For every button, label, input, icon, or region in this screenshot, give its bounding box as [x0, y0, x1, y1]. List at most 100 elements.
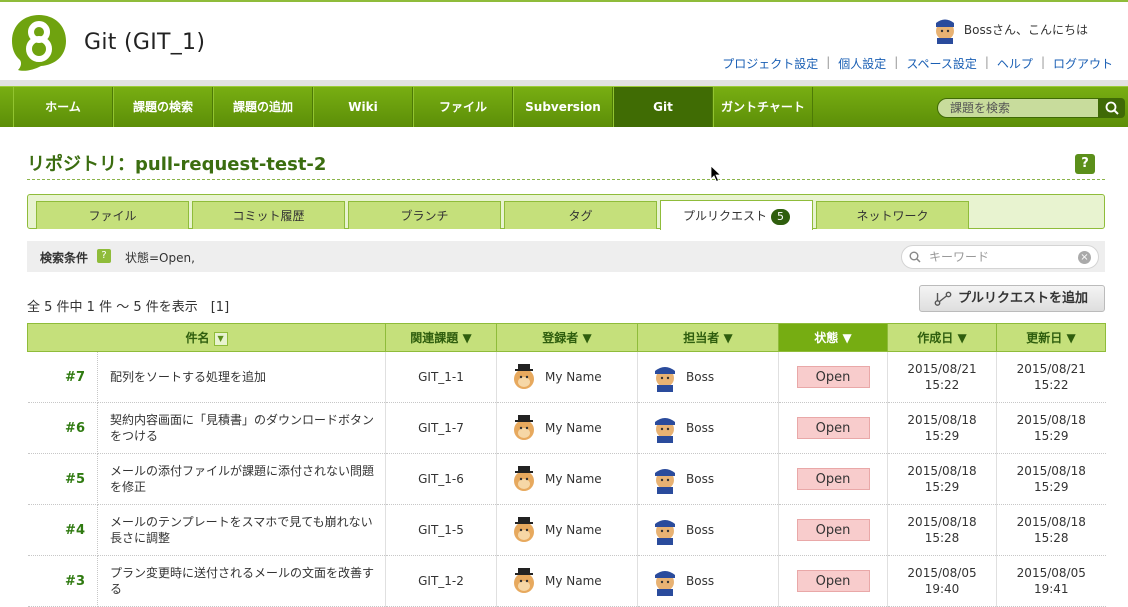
issue-search-button[interactable] — [1099, 98, 1125, 118]
nav-wiki[interactable]: Wiki — [313, 87, 413, 127]
table-row[interactable]: #5 メールの添付ファイルが課題に添付されない問題を修正 GIT_1-6 My Nam… — [27, 453, 1106, 505]
sort-arrow-icon: ▼ — [957, 331, 967, 345]
tab-commit-history[interactable]: コミット履歴 — [192, 201, 345, 229]
created-cell: 2015/08/18 15:29 — [887, 402, 997, 454]
table-row[interactable]: #4 メールのテンプレートをスマホで見ても崩れない長さに調整 GIT_1-5 My N… — [27, 504, 1106, 556]
pr-number[interactable]: #3 — [27, 555, 98, 607]
keyword-search-input[interactable]: キーワード × — [901, 245, 1099, 269]
col-label: 作成日 — [917, 331, 954, 345]
pr-subject[interactable]: プラン変更時に送付されるメールの文面を改善する — [97, 555, 386, 607]
author-avatar-icon — [514, 517, 535, 542]
sort-arrow-icon: ▼ — [582, 331, 592, 345]
assignee-cell: Boss — [637, 402, 779, 454]
pr-number[interactable]: #6 — [27, 402, 98, 454]
status-badge: Open — [796, 468, 870, 490]
created-date: 2015/08/18 — [907, 413, 977, 427]
related-issue[interactable]: GIT_1-7 — [385, 402, 497, 454]
tab-pull-requests[interactable]: プルリクエスト 5 — [660, 200, 813, 230]
pr-subject[interactable]: 配列をソートする処理を追加 — [97, 351, 386, 403]
created-time: 15:22 — [924, 378, 960, 392]
tab-files[interactable]: ファイル — [36, 201, 189, 229]
created-date: 2015/08/18 — [907, 515, 977, 529]
author-cell: My Name — [496, 402, 638, 454]
nav-gantt[interactable]: ガントチャート — [713, 87, 813, 127]
col-subject[interactable]: 件名 ▼ — [26, 323, 387, 352]
tab-label: タグ — [568, 209, 593, 223]
user-greeting: Bossさん、こんにちは — [930, 14, 1088, 44]
sort-menu-icon[interactable]: ▼ — [213, 331, 228, 346]
col-label: 件名 — [185, 331, 210, 345]
updated-time: 15:29 — [1033, 429, 1069, 443]
author-name: My Name — [545, 523, 602, 537]
mouse-cursor-icon — [710, 165, 722, 183]
help-link[interactable]: ヘルプ — [997, 55, 1033, 72]
updated-time: 15:29 — [1033, 480, 1069, 494]
issue-search-input[interactable]: 課題を検索 — [937, 98, 1099, 118]
table-header-row: 件名 ▼ 関連課題 ▼ 登録者 ▼ 担当者 ▼ 状態 ▼ 作成日 ▼ 更新日 ▼ — [26, 323, 1107, 352]
related-issue[interactable]: GIT_1-6 — [385, 453, 497, 505]
pr-subject[interactable]: 契約内容画面に「見積書」のダウンロードボタンをつける — [97, 402, 386, 454]
created-date: 2015/08/05 — [907, 566, 977, 580]
nav-git[interactable]: Git — [613, 87, 713, 127]
separator: | — [826, 55, 831, 69]
logout-link[interactable]: ログアウト — [1053, 55, 1113, 72]
col-author[interactable]: 登録者 ▼ — [496, 323, 639, 352]
col-related-issue[interactable]: 関連課題 ▼ — [385, 323, 498, 352]
filter-help-icon[interactable]: ? — [97, 249, 111, 263]
created-cell: 2015/08/18 15:28 — [887, 504, 997, 556]
updated-cell: 2015/08/18 15:29 — [996, 402, 1106, 454]
nav-files[interactable]: ファイル — [413, 87, 513, 127]
separator: | — [1040, 55, 1045, 69]
col-label: 状態 — [814, 331, 839, 345]
tab-network[interactable]: ネットワーク — [816, 201, 969, 229]
project-settings-link[interactable]: プロジェクト設定 — [722, 55, 818, 72]
assignee-name: Boss — [686, 370, 715, 384]
updated-time: 15:22 — [1033, 378, 1069, 392]
sort-arrow-icon: ▼ — [462, 331, 472, 345]
pr-number[interactable]: #5 — [27, 453, 98, 505]
clear-icon[interactable]: × — [1078, 251, 1091, 264]
help-button[interactable]: ? — [1075, 154, 1095, 174]
page-title: リポジトリ：pull-request-test-2 — [27, 154, 327, 175]
nav-subversion[interactable]: Subversion — [513, 87, 613, 127]
backlog-logo-icon[interactable] — [8, 12, 70, 72]
nav-home[interactable]: ホーム — [13, 87, 113, 127]
author-cell: My Name — [496, 453, 638, 505]
status-cell: Open — [778, 351, 888, 403]
user-avatar-icon[interactable] — [930, 14, 960, 44]
pr-number[interactable]: #4 — [27, 504, 98, 556]
personal-settings-link[interactable]: 個人設定 — [838, 55, 886, 72]
nav-add-issue[interactable]: 課題の追加 — [213, 87, 313, 127]
author-name: My Name — [545, 421, 602, 435]
author-avatar-icon — [514, 364, 535, 389]
related-issue[interactable]: GIT_1-1 — [385, 351, 497, 403]
updated-cell: 2015/08/18 15:29 — [996, 453, 1106, 505]
related-issue[interactable]: GIT_1-5 — [385, 504, 497, 556]
space-settings-link[interactable]: スペース設定 — [906, 55, 977, 72]
tab-label: コミット履歴 — [232, 209, 305, 223]
pr-subject[interactable]: メールの添付ファイルが課題に添付されない問題を修正 — [97, 453, 386, 505]
col-created[interactable]: 作成日 ▼ — [887, 323, 998, 352]
pr-subject[interactable]: メールのテンプレートをスマホで見ても崩れない長さに調整 — [97, 504, 386, 556]
col-status[interactable]: 状態 ▼ — [778, 323, 889, 352]
tab-branches[interactable]: ブランチ — [348, 201, 501, 229]
table-row[interactable]: #6 契約内容画面に「見積書」のダウンロードボタンをつける GIT_1-7 My Na… — [27, 402, 1106, 454]
author-cell: My Name — [496, 351, 638, 403]
tab-tags[interactable]: タグ — [504, 201, 657, 229]
col-updated[interactable]: 更新日 ▼ — [996, 323, 1107, 352]
status-badge: Open — [796, 417, 870, 439]
pull-request-count-badge: 5 — [771, 208, 790, 225]
table-row[interactable]: #3 プラン変更時に送付されるメールの文面を改善する GIT_1-2 My Name B… — [27, 555, 1106, 607]
title-divider — [27, 179, 1105, 180]
related-issue[interactable]: GIT_1-2 — [385, 555, 497, 607]
assignee-name: Boss — [686, 523, 715, 537]
assignee-cell: Boss — [637, 453, 779, 505]
col-label: 更新日 — [1026, 331, 1063, 345]
add-pull-request-button[interactable]: プルリクエストを追加 — [919, 285, 1105, 312]
filter-condition[interactable]: 状態=Open, — [125, 249, 195, 266]
status-badge: Open — [796, 519, 870, 541]
nav-issue-search[interactable]: 課題の検索 — [113, 87, 213, 127]
col-assignee[interactable]: 担当者 ▼ — [637, 323, 780, 352]
table-row[interactable]: #7 配列をソートする処理を追加 GIT_1-1 My Name Boss Open 201… — [27, 351, 1106, 403]
pr-number[interactable]: #7 — [27, 351, 98, 403]
